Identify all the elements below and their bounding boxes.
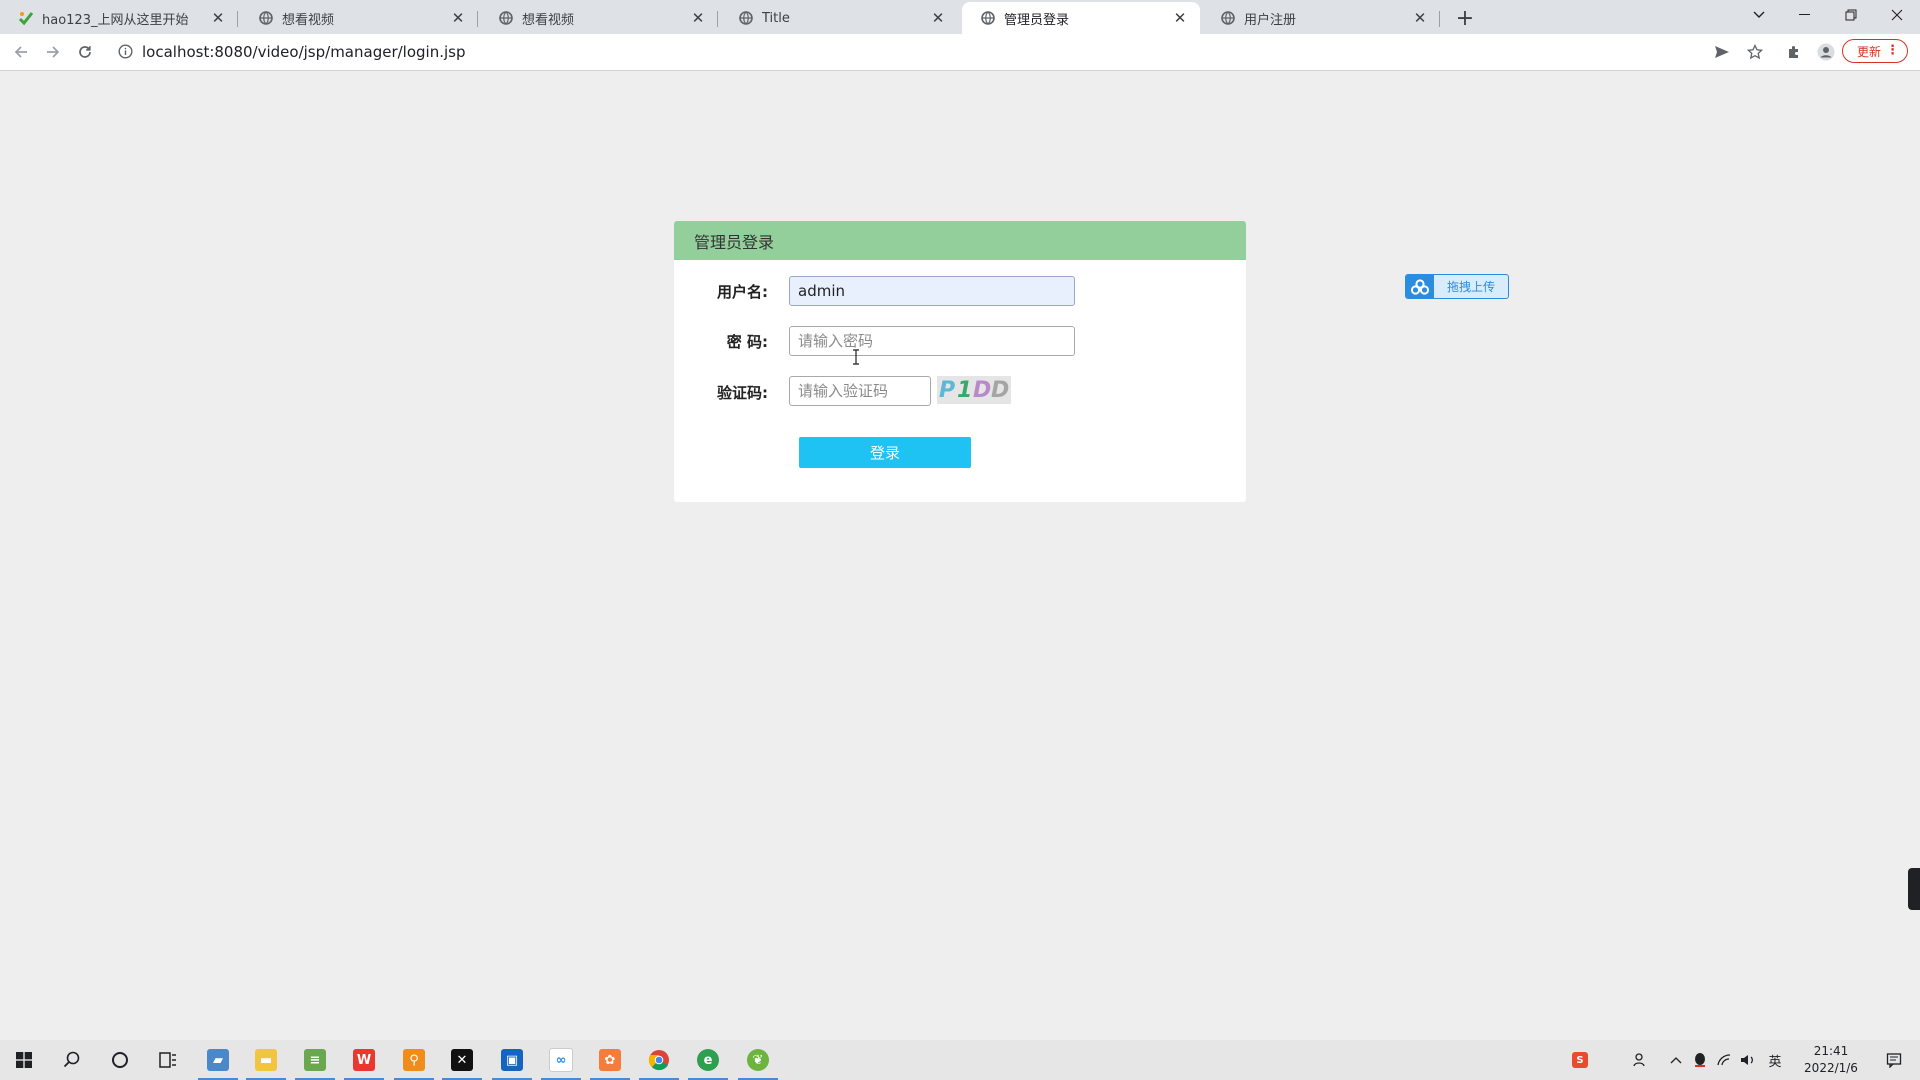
browser-toolbar: localhost:8080/video/jsp/manager/login.j… xyxy=(0,34,1920,71)
tab-strip: hao123_上网从这里开始 ✕ 想看视频 ✕ 想看视频 ✕ Title ✕ 管… xyxy=(0,0,1920,34)
search-icon[interactable] xyxy=(48,1040,96,1080)
password-input[interactable] xyxy=(789,326,1075,356)
forward-arrow-icon[interactable] xyxy=(41,40,65,64)
panel-header: 管理员登录 xyxy=(674,221,1246,260)
reload-icon[interactable] xyxy=(73,40,97,64)
admin-login-panel: 管理员登录 用户名: 密 码: 验证码: P 1 D D 登录 xyxy=(674,221,1246,502)
globe-icon xyxy=(980,10,996,26)
file-explorer-icon[interactable]: ▬ xyxy=(242,1040,290,1080)
profile-avatar-icon[interactable] xyxy=(1816,42,1836,62)
extensions-puzzle-icon[interactable] xyxy=(1784,42,1804,62)
cortana-icon[interactable] xyxy=(96,1040,144,1080)
side-panel-handle[interactable] xyxy=(1908,868,1920,910)
tab-label: Title xyxy=(762,10,790,26)
password-label: 密 码: xyxy=(726,333,768,351)
captcha-char: D xyxy=(991,378,1009,403)
tab-label: 想看视频 xyxy=(522,12,575,28)
close-icon[interactable]: ✕ xyxy=(450,9,466,27)
username-input[interactable] xyxy=(789,276,1075,306)
volume-icon[interactable] xyxy=(1738,1040,1758,1080)
clock-date: 2022/1/6 xyxy=(1804,1061,1858,1075)
send-icon[interactable] xyxy=(1712,42,1732,62)
tab-search-chevron-icon[interactable] xyxy=(1736,0,1782,30)
search-app-icon[interactable]: ⚲ xyxy=(390,1040,438,1080)
captcha-input[interactable] xyxy=(789,376,931,406)
close-icon[interactable]: ✕ xyxy=(690,9,706,27)
wifi-icon[interactable] xyxy=(1714,1040,1734,1080)
tab-title[interactable]: Title ✕ xyxy=(720,2,958,34)
captcha-image[interactable]: P 1 D D xyxy=(937,376,1011,404)
system-clock[interactable]: 21:41 2022/1/6 xyxy=(1796,1043,1866,1077)
captcha-char: D xyxy=(973,378,991,403)
wps-icon[interactable]: W xyxy=(340,1040,388,1080)
qq-icon[interactable] xyxy=(1690,1040,1710,1080)
people-icon[interactable] xyxy=(1628,1040,1652,1080)
ie-icon[interactable]: e xyxy=(684,1040,732,1080)
tab-label: 用户注册 xyxy=(1244,12,1297,28)
more-menu-icon[interactable]: ⋮ xyxy=(1886,43,1899,58)
tab-video-2[interactable]: 想看视频 ✕ xyxy=(480,2,718,34)
game-icon[interactable]: ✿ xyxy=(586,1040,634,1080)
globe-icon xyxy=(1220,10,1236,26)
tab-video-1[interactable]: 想看视频 ✕ xyxy=(240,2,478,34)
close-icon[interactable]: ✕ xyxy=(930,9,946,27)
windows-taskbar: ▰ ▬ ≡ W ⚲ ✕ ▣ ∞ ✿ e ❦ S 英 21:41 2022/1/6 xyxy=(0,1040,1920,1080)
tab-label: hao123_上网从这里开始 xyxy=(42,12,189,28)
close-icon[interactable]: ✕ xyxy=(1172,9,1188,27)
clock-time: 21:41 xyxy=(1813,1044,1849,1058)
bookmark-star-icon[interactable] xyxy=(1745,42,1765,62)
task-view-icon[interactable] xyxy=(144,1040,192,1080)
close-icon[interactable]: ✕ xyxy=(1412,9,1428,27)
captcha-char: P xyxy=(939,378,955,403)
windows-start-icon[interactable] xyxy=(0,1040,48,1080)
hao123-icon xyxy=(18,10,34,26)
login-button[interactable]: 登录 xyxy=(799,437,971,468)
tab-admin-login[interactable]: 管理员登录 ✕ xyxy=(962,2,1200,34)
capcut-icon[interactable]: ✕ xyxy=(438,1040,486,1080)
spring-icon[interactable]: ❦ xyxy=(734,1040,782,1080)
baidu-cloud-icon xyxy=(1406,275,1434,298)
sogou-input-icon[interactable]: S xyxy=(1568,1040,1592,1080)
info-icon[interactable] xyxy=(118,44,133,63)
drag-upload-widget[interactable]: 拖拽上传 xyxy=(1405,274,1509,299)
globe-icon xyxy=(738,10,754,26)
chevron-up-icon[interactable] xyxy=(1666,1040,1686,1080)
restore-button[interactable] xyxy=(1828,0,1874,30)
tab-hao123[interactable]: hao123_上网从这里开始 ✕ xyxy=(0,2,238,34)
captcha-label: 验证码: xyxy=(717,384,768,402)
tab-user-register[interactable]: 用户注册 ✕ xyxy=(1202,2,1440,34)
text-cursor-icon xyxy=(853,349,859,365)
baidu-netdisk-icon[interactable]: ∞ xyxy=(537,1040,585,1080)
minimize-button[interactable] xyxy=(1782,0,1828,30)
globe-icon xyxy=(498,10,514,26)
tab-label: 想看视频 xyxy=(282,12,335,28)
app-icon[interactable]: ▰ xyxy=(194,1040,242,1080)
ime-mode-icon[interactable]: 英 xyxy=(1762,1040,1788,1080)
meeting-icon[interactable]: ▣ xyxy=(488,1040,536,1080)
globe-icon xyxy=(258,10,274,26)
close-icon[interactable]: ✕ xyxy=(210,9,226,27)
notification-center-icon[interactable] xyxy=(1876,1040,1912,1080)
username-label: 用户名: xyxy=(717,283,768,301)
update-label: 更新 xyxy=(1857,44,1882,59)
url-text: localhost:8080/video/jsp/manager/login.j… xyxy=(142,43,466,61)
close-window-button[interactable] xyxy=(1874,0,1920,30)
captcha-char: 1 xyxy=(957,378,972,403)
new-tab-button[interactable]: + xyxy=(1452,5,1478,31)
upload-label: 拖拽上传 xyxy=(1446,280,1495,294)
update-button[interactable]: 更新 ⋮ xyxy=(1842,39,1908,63)
back-arrow-icon[interactable] xyxy=(9,40,33,64)
address-bar[interactable]: localhost:8080/video/jsp/manager/login.j… xyxy=(108,38,1908,66)
tab-label: 管理员登录 xyxy=(1004,12,1070,28)
notepad-icon[interactable]: ≡ xyxy=(291,1040,339,1080)
chrome-icon[interactable] xyxy=(635,1040,683,1080)
